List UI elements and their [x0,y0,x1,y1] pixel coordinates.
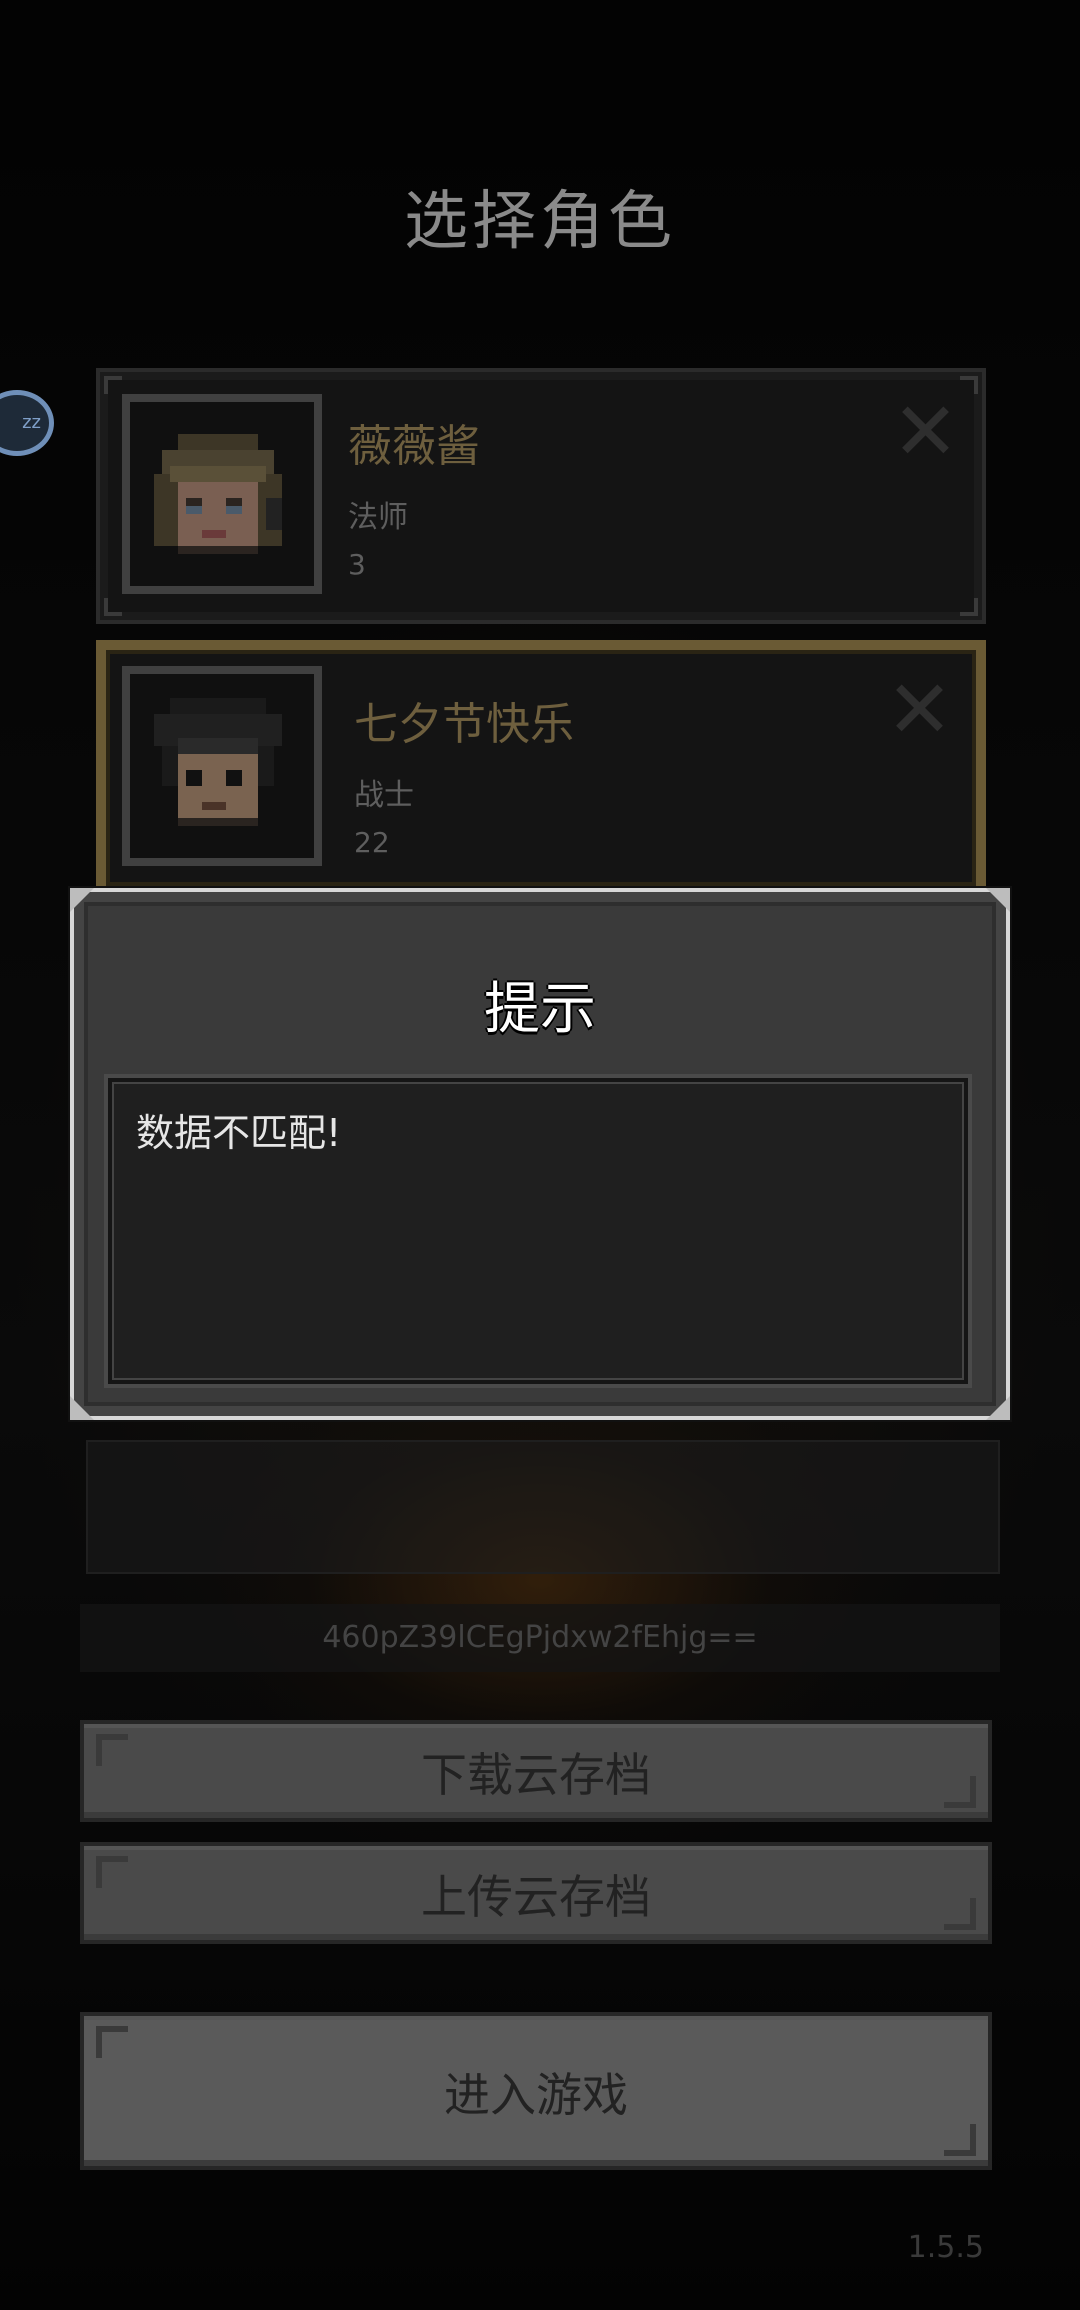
character-class: 法师 [348,500,408,535]
character-name: 薇薇酱 [348,421,480,472]
dialog-title: 提示 [484,977,596,1042]
button-corner [96,1734,128,1766]
enter-game-label: 进入游戏 [444,2068,628,2122]
empty-character-slot[interactable] [86,1440,1000,1574]
card-corner [960,598,978,616]
button-corner [96,2026,128,2058]
card-corner [960,376,978,394]
warrior-portrait-icon [122,666,322,866]
enter-game-button[interactable]: 进入游戏 [80,2012,992,2170]
delete-character-icon[interactable]: ✕ [892,392,959,472]
upload-cloud-save-button[interactable]: 上传云存档 [80,1842,992,1944]
character-card[interactable]: 薇薇酱 法师 3 ✕ [96,368,986,624]
dialog-corner [986,888,1010,912]
download-cloud-save-button[interactable]: 下载云存档 [80,1720,992,1822]
download-cloud-save-label: 下载云存档 [421,1748,651,1802]
character-class: 战士 [354,778,414,813]
button-corner [944,2124,976,2156]
button-corner [944,1776,976,1808]
character-name: 七夕节快乐 [354,699,574,750]
dialog-corner [986,1396,1010,1420]
version-label: 1.5.5 [907,2230,984,2265]
account-code: 460pZ39lCEgPjdxw2fEhjg== [80,1604,1000,1672]
button-corner [944,1898,976,1930]
character-level: 22 [354,826,390,859]
upload-cloud-save-label: 上传云存档 [421,1870,651,1924]
alert-dialog: 提示 数据不匹配! [70,888,1010,1420]
dialog-corner [70,888,94,912]
dialog-message: 数据不匹配! [136,1111,342,1155]
character-card-selected[interactable]: 七夕节快乐 战士 22 ✕ [96,640,986,896]
dialog-corner [70,1396,94,1420]
dialog-message-box: 数据不匹配! [108,1078,968,1384]
character-select-screen: 选择角色 zz 薇薇酱 法师 3 ✕ 七夕节快乐 战士 22 ✕ 460pZ39… [0,0,1080,2310]
card-corner [104,376,122,394]
mage-portrait-icon [122,394,322,594]
button-corner [96,1856,128,1888]
character-level: 3 [348,548,366,581]
card-corner [104,598,122,616]
delete-character-icon[interactable]: ✕ [886,670,953,750]
page-title: 选择角色 [404,185,676,259]
